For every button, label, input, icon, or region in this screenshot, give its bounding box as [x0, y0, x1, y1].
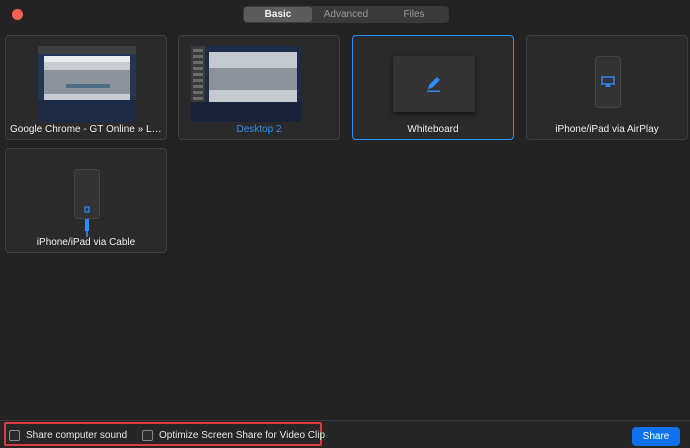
- chrome-window-thumbnail: [38, 46, 136, 122]
- share-sound-option[interactable]: Share computer sound: [9, 430, 127, 441]
- source-card-whiteboard[interactable]: Whiteboard: [352, 35, 514, 140]
- optimize-video-checkbox[interactable]: [142, 430, 153, 441]
- optimize-video-label: Optimize Screen Share for Video Clip: [159, 430, 326, 441]
- phone-thumbnail: [595, 56, 621, 108]
- optimize-video-option[interactable]: Optimize Screen Share for Video Clip: [142, 430, 325, 441]
- tab-files[interactable]: Files: [380, 7, 448, 22]
- airplay-icon: [601, 76, 615, 87]
- pencil-icon: [427, 77, 440, 92]
- share-button[interactable]: Share: [632, 427, 680, 446]
- share-tabs: Basic Advanced Files: [243, 6, 449, 23]
- source-card-desktop-2[interactable]: Desktop 2: [178, 35, 340, 140]
- source-label: iPhone/iPad via Cable: [36, 237, 136, 248]
- source-label: iPhone/iPad via AirPlay: [555, 124, 659, 135]
- source-card-airplay[interactable]: iPhone/iPad via AirPlay: [526, 35, 688, 140]
- source-label: Desktop 2: [236, 124, 282, 135]
- close-window-button[interactable]: [12, 9, 23, 20]
- whiteboard-thumbnail: [393, 56, 475, 112]
- tab-basic[interactable]: Basic: [244, 7, 312, 22]
- source-label: Google Chrome - GT Online » Locate your …: [10, 124, 162, 135]
- share-sound-label: Share computer sound: [26, 430, 128, 441]
- source-label: Whiteboard: [407, 124, 459, 135]
- cable-wire-icon: [85, 219, 89, 237]
- cable-icon: [84, 206, 90, 213]
- source-card-cable[interactable]: iPhone/iPad via Cable: [5, 148, 167, 253]
- share-sound-checkbox[interactable]: [9, 430, 20, 441]
- phone-thumbnail: [74, 169, 100, 219]
- desktop-thumbnail: [191, 46, 301, 122]
- source-card-chrome[interactable]: Google Chrome - GT Online » Locate your …: [5, 35, 167, 140]
- tab-advanced[interactable]: Advanced: [312, 7, 380, 22]
